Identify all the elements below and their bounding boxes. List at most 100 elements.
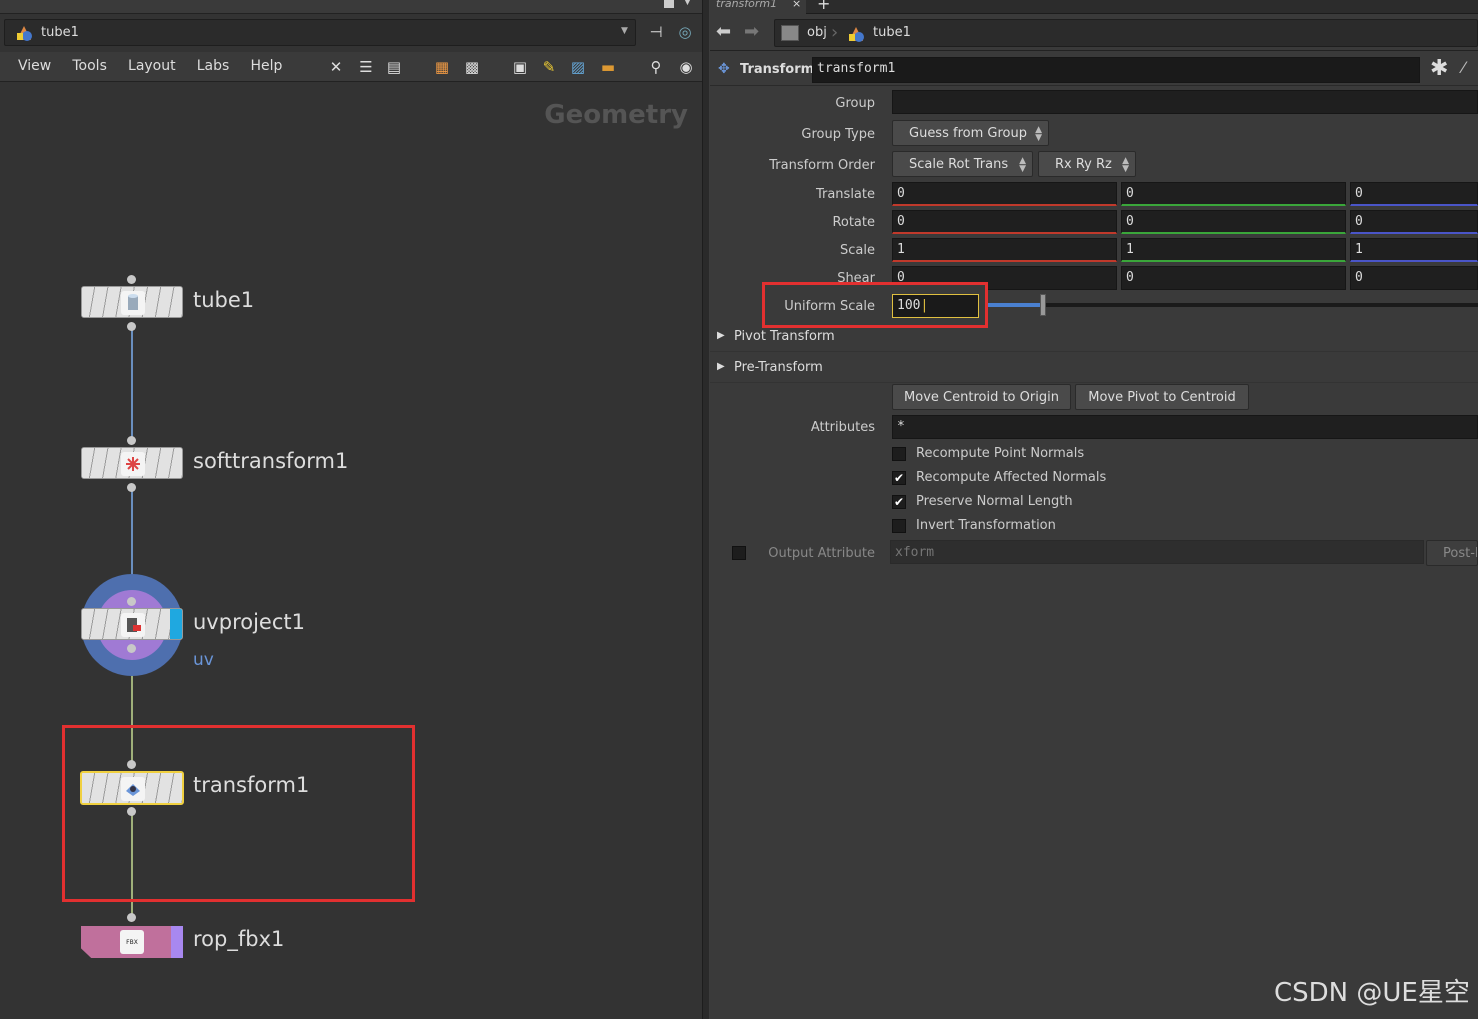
node-tube1[interactable]: [81, 286, 183, 318]
output-connector[interactable]: [127, 644, 136, 653]
node-uvproject1[interactable]: [81, 608, 183, 640]
tab-title: transform1: [716, 0, 778, 10]
pane-menu-arrow-icon[interactable]: ▼: [684, 0, 691, 7]
output-attribute-field[interactable]: [890, 540, 1424, 564]
shear-z-field[interactable]: 0: [1350, 266, 1478, 290]
input-connector[interactable]: [127, 597, 136, 606]
input-connector[interactable]: [127, 275, 136, 284]
checkbox-label: Invert Transformation: [916, 518, 1056, 533]
eye-icon[interactable]: ◉: [676, 57, 696, 77]
menu-tools[interactable]: Tools: [72, 58, 107, 74]
obj-network-icon: [781, 25, 799, 41]
tab-close-icon[interactable]: ×: [792, 0, 801, 10]
path-dropdown-icon[interactable]: ▼: [621, 26, 628, 36]
translate-z-field[interactable]: 0: [1350, 182, 1478, 206]
link-icon[interactable]: ◎: [675, 22, 695, 42]
input-connector[interactable]: [127, 436, 136, 445]
uniform-scale-slider-track[interactable]: [988, 303, 1478, 307]
output-connector[interactable]: [127, 483, 136, 492]
context-label: Geometry: [544, 100, 688, 130]
back-icon[interactable]: ⬅: [716, 21, 731, 42]
scale-label: Scale: [840, 243, 875, 258]
node-sublabel: uv: [193, 650, 214, 670]
add-tab-icon[interactable]: +: [817, 0, 830, 13]
preserve-normal-length-checkbox[interactable]: ✔: [892, 495, 906, 509]
geometry-object-icon: [15, 24, 33, 42]
rotate-order-menu[interactable]: Rx Ry Rz ▲ ▼: [1038, 151, 1136, 177]
tube-icon: [121, 291, 145, 315]
menu-help[interactable]: Help: [250, 58, 282, 74]
group-field[interactable]: [892, 90, 1478, 114]
help-icon[interactable]: ⁄: [1462, 58, 1465, 77]
background-image-icon[interactable]: ▨: [568, 57, 588, 77]
output-attribute-toggle[interactable]: [732, 546, 746, 560]
package-icon[interactable]: ▬: [598, 57, 618, 77]
rotate-label: Rotate: [832, 215, 875, 230]
uniform-scale-slider-fill: [988, 303, 1042, 307]
sticky-note-icon[interactable]: ✎: [539, 57, 559, 77]
expand-arrow-icon: ▶: [717, 330, 725, 341]
rotate-x-field[interactable]: 0: [892, 210, 1117, 234]
tree-view-icon[interactable]: ☰: [356, 57, 376, 77]
node-label: rop_fbx1: [193, 927, 285, 951]
node-softtransform1[interactable]: [81, 447, 183, 479]
network-box-icon[interactable]: ▣: [510, 57, 530, 77]
param-nav-bar: ⬅ ➡ obj › tube1: [710, 15, 1478, 51]
scale-x-field[interactable]: 1: [892, 238, 1117, 262]
output-attribute-label: Output Attribute: [768, 546, 875, 561]
pin-icon[interactable]: ⊣: [646, 22, 666, 42]
output-connector[interactable]: [127, 322, 136, 331]
param-path-bar[interactable]: obj › tube1: [774, 19, 1478, 47]
translate-y-field[interactable]: 0: [1121, 182, 1346, 206]
attributes-label: Attributes: [810, 420, 875, 435]
pane-layout-icon[interactable]: [664, 0, 674, 8]
group-type-label: Group Type: [801, 127, 875, 142]
uniform-scale-slider-handle[interactable]: [1040, 294, 1046, 316]
translate-x-field[interactable]: 0: [892, 182, 1117, 206]
node-label: softtransform1: [193, 449, 349, 473]
pre-transform-folder[interactable]: ▶ Pre-Transform: [710, 355, 1478, 383]
tab-transform1[interactable]: transform1 ×: [710, 0, 806, 14]
post-multiply-button[interactable]: Post-M: [1426, 540, 1478, 566]
network-editor[interactable]: ▼ tube1 ▼ ⊣ ◎ View Tools Layout Labs Hel…: [0, 0, 702, 1019]
recompute-affected-normals-checkbox[interactable]: ✔: [892, 471, 906, 485]
rotate-y-field[interactable]: 0: [1121, 210, 1346, 234]
recompute-point-normals-checkbox[interactable]: [892, 447, 906, 461]
transform-order-menu[interactable]: Scale Rot Trans ▲ ▼: [892, 151, 1033, 177]
search-icon[interactable]: ⚲: [646, 57, 666, 77]
gear-icon[interactable]: ✱: [1430, 56, 1448, 81]
wrench-icon[interactable]: ✕: [326, 57, 346, 77]
move-pivot-button[interactable]: Move Pivot to Centroid: [1075, 384, 1249, 410]
group-type-menu[interactable]: Guess from Group ▲ ▼: [892, 120, 1049, 146]
node-rop-fbx1[interactable]: FBX: [81, 926, 183, 958]
forward-icon[interactable]: ➡: [744, 21, 759, 42]
menu-view[interactable]: View: [18, 58, 51, 74]
transform-icon: ✥: [718, 61, 730, 77]
path-tube1[interactable]: tube1: [873, 25, 911, 40]
expand-arrow-icon: ▶: [717, 361, 725, 372]
fbx-export-icon: FBX: [120, 930, 144, 954]
pivot-transform-folder[interactable]: ▶ Pivot Transform: [710, 324, 1478, 352]
shape-palette-icon[interactable]: ▩: [462, 57, 482, 77]
geometry-object-icon: [847, 25, 865, 43]
move-centroid-button[interactable]: Move Centroid to Origin: [892, 384, 1071, 410]
rotate-z-field[interactable]: 0: [1350, 210, 1478, 234]
input-connector[interactable]: [127, 913, 136, 922]
checkbox-label: Recompute Affected Normals: [916, 470, 1107, 485]
menu-layout[interactable]: Layout: [128, 58, 176, 74]
network-path-bar[interactable]: tube1 ▼: [4, 19, 636, 46]
color-palette-icon[interactable]: ▦: [432, 57, 452, 77]
scale-z-field[interactable]: 1: [1350, 238, 1478, 262]
list-view-icon[interactable]: ▤: [384, 57, 404, 77]
attributes-field[interactable]: *: [892, 415, 1478, 439]
network-menu-bar: View Tools Layout Labs Help: [0, 52, 702, 82]
path-separator-icon: ›: [831, 22, 839, 43]
node-name-field[interactable]: transform1: [812, 57, 1420, 83]
pane-splitter[interactable]: [702, 0, 710, 1019]
scale-y-field[interactable]: 1: [1121, 238, 1346, 262]
shear-y-field[interactable]: 0: [1121, 266, 1346, 290]
path-obj[interactable]: obj: [807, 25, 827, 40]
pane-top-strip: ▼: [0, 0, 702, 14]
menu-labs[interactable]: Labs: [197, 58, 230, 74]
invert-transformation-checkbox[interactable]: [892, 519, 906, 533]
